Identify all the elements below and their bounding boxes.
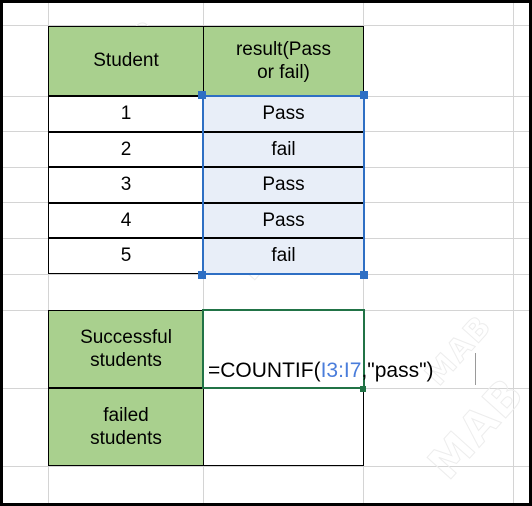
table-row[interactable]: 1: [48, 96, 204, 132]
cell-student-value: 4: [120, 209, 132, 231]
selection-handle-bottom-right[interactable]: [360, 271, 368, 279]
cell-student-value: 1: [120, 103, 132, 125]
cell-result-value: Pass: [262, 209, 305, 231]
cell-result-value: fail: [271, 138, 296, 160]
column-header-student[interactable]: Student: [48, 26, 204, 96]
column-header-result[interactable]: result(Pass or fail): [203, 26, 364, 96]
selection-handle-top-left[interactable]: [198, 91, 206, 99]
cell-student-value: 2: [120, 138, 132, 160]
spreadsheet-canvas[interactable]: MAB MAB MAB MAB Student result(Pass or f…: [0, 0, 532, 506]
table-row[interactable]: fail: [203, 132, 364, 167]
table-row[interactable]: fail: [203, 238, 364, 274]
cell-result-value: fail: [271, 245, 296, 267]
fill-handle[interactable]: [360, 386, 366, 392]
cell-student-value: 3: [120, 174, 132, 196]
label-successful-students[interactable]: Successful students: [48, 310, 204, 388]
formula-suffix: ,"pass"): [361, 359, 434, 382]
table-row[interactable]: 5: [48, 238, 204, 274]
table-row[interactable]: Pass: [203, 167, 364, 203]
column-header-result-label-line2: or fail): [257, 62, 310, 83]
value-failed-students[interactable]: [203, 388, 364, 466]
watermark-mab: MAB: [418, 367, 532, 490]
cell-result-value: Pass: [262, 103, 305, 125]
text-cursor: [475, 353, 476, 385]
label-failed-students-line1: failed: [103, 404, 149, 426]
gridline-vertical: [513, 3, 514, 503]
column-header-result-label-line1: result(Pass: [235, 38, 332, 60]
table-row[interactable]: 4: [48, 203, 204, 238]
formula-input-text[interactable]: =COUNTIF(I3:I7,"pass"): [208, 360, 434, 381]
cell-student-value: 5: [120, 245, 132, 267]
table-row[interactable]: Pass: [203, 203, 364, 238]
column-header-student-label: Student: [93, 50, 159, 72]
label-successful-students-line1: Successful: [80, 326, 172, 348]
cell-result-value: Pass: [262, 174, 305, 196]
selection-handle-top-right[interactable]: [360, 91, 368, 99]
label-failed-students[interactable]: failed students: [48, 388, 204, 466]
gridline-horizontal: [3, 274, 529, 275]
gridline-horizontal: [3, 466, 529, 467]
label-failed-students-line2: students: [90, 428, 162, 449]
table-row[interactable]: 3: [48, 167, 204, 203]
table-row[interactable]: 2: [48, 132, 204, 167]
formula-prefix: =COUNTIF(: [208, 359, 321, 382]
selection-handle-bottom-left[interactable]: [198, 271, 206, 279]
table-row[interactable]: Pass: [203, 96, 364, 132]
formula-range-reference: I3:I7: [320, 359, 362, 382]
label-successful-students-line2: students: [90, 350, 162, 371]
